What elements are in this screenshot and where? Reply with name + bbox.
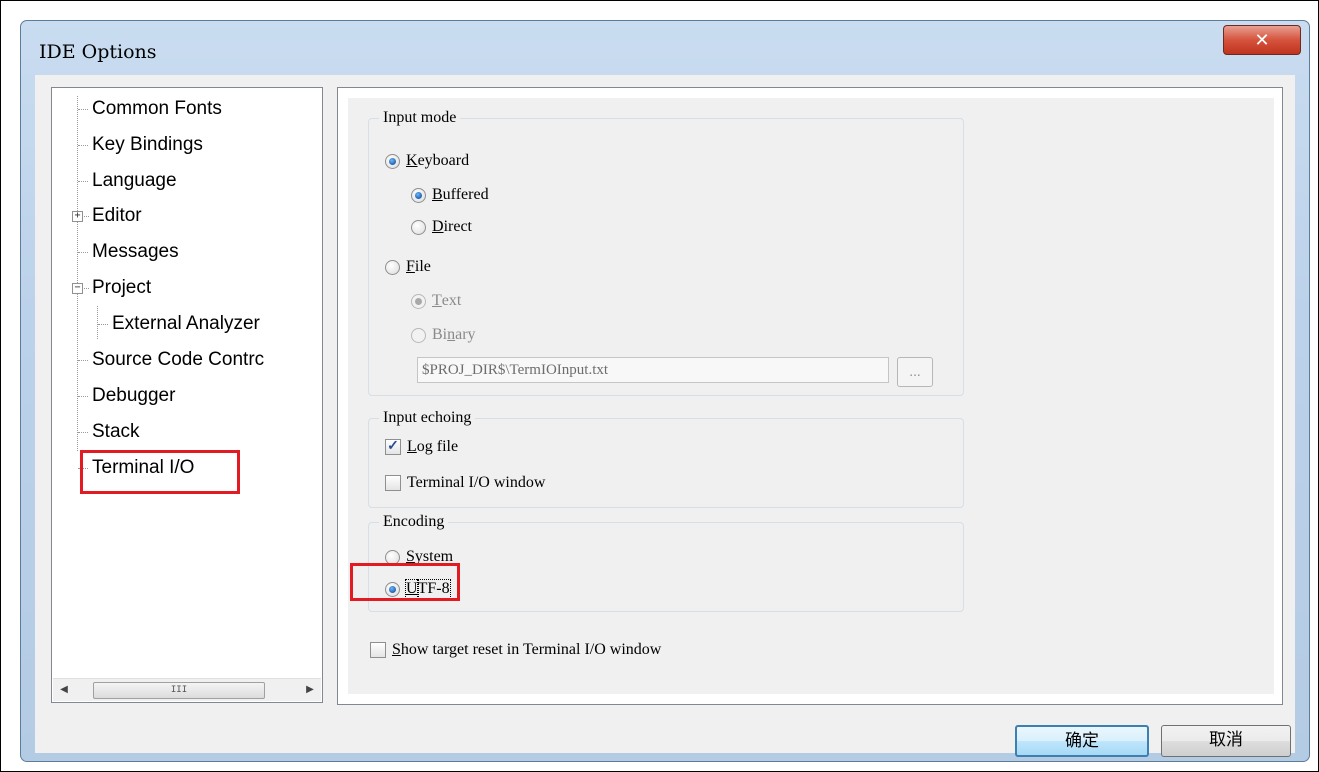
log-file-checkbox[interactable]: ✓ Log file [385, 435, 458, 459]
category-tree[interactable]: Common Fonts Key Bindings Language + Edi… [51, 87, 323, 703]
input-echoing-group: Input echoing ✓ Log file Terminal I/O wi… [368, 408, 964, 508]
text-radio[interactable]: Text [411, 289, 461, 313]
radio-icon [411, 187, 426, 203]
checkbox-icon [385, 475, 401, 491]
input-echoing-label: Input echoing [379, 408, 476, 428]
browse-button[interactable]: ... [897, 357, 933, 387]
dialog-title: IDE Options [39, 41, 157, 63]
dialog-client-area: Common Fonts Key Bindings Language + Edi… [35, 75, 1295, 757]
show-target-reset-checkbox[interactable]: Show target reset in Terminal I/O window [370, 638, 661, 662]
direct-radio[interactable]: Direct [411, 215, 472, 239]
expand-icon[interactable]: + [72, 211, 83, 222]
terminal-io-window-checkbox[interactable]: Terminal I/O window [385, 471, 545, 495]
scroll-right-icon[interactable]: ▶ [299, 679, 321, 701]
tree-horizontal-scrollbar[interactable]: ◀ III ▶ [53, 678, 321, 701]
buffered-radio[interactable]: Buffered [411, 183, 489, 207]
tree-item-messages[interactable]: Messages [92, 237, 179, 267]
close-icon: ✕ [1254, 29, 1270, 51]
tree-line [77, 96, 78, 451]
ide-options-dialog: IDE Options ✕ Common Fonts Key Bindings … [20, 20, 1310, 762]
ok-button[interactable]: 确定 [1015, 725, 1149, 757]
input-file-path-field[interactable]: $PROJ_DIR$\TermIOInput.txt [417, 357, 889, 383]
radio-icon [385, 259, 400, 275]
tree-item-key-bindings[interactable]: Key Bindings [92, 130, 203, 160]
tree-line-child [97, 306, 98, 339]
tree-item-external-analyzer[interactable]: External Analyzer [112, 309, 260, 339]
close-button[interactable]: ✕ [1223, 25, 1301, 55]
scroll-left-icon[interactable]: ◀ [53, 679, 75, 701]
radio-icon [411, 327, 426, 343]
radio-icon [411, 219, 426, 235]
input-mode-label: Input mode [379, 108, 461, 128]
tree-item-language[interactable]: Language [92, 166, 177, 196]
settings-content: Input mode Keyboard Buffered Direct F il… [348, 98, 1274, 694]
tree-item-common-fonts[interactable]: Common Fonts [92, 94, 222, 124]
file-radio[interactable]: File [385, 255, 431, 279]
scroll-thumb[interactable]: III [93, 682, 265, 699]
checkbox-icon [370, 642, 386, 658]
collapse-icon[interactable]: − [72, 283, 83, 294]
encoding-label: Encoding [379, 512, 449, 532]
highlight-utf8 [350, 563, 460, 601]
settings-panel: Input mode Keyboard Buffered Direct F il… [337, 87, 1283, 705]
tree-item-source-code-control[interactable]: Source Code Contrc [92, 345, 264, 375]
radio-icon [411, 293, 426, 309]
tree-item-project[interactable]: Project [92, 273, 151, 303]
radio-icon [385, 153, 400, 169]
highlight-terminal-io [80, 450, 240, 494]
binary-radio[interactable]: Bi n ary [411, 323, 476, 347]
input-mode-group: Input mode Keyboard Buffered Direct F il… [368, 108, 964, 396]
tree-item-editor[interactable]: Editor [92, 201, 142, 231]
tree-item-debugger[interactable]: Debugger [92, 381, 175, 411]
keyboard-radio[interactable]: Keyboard [385, 149, 469, 173]
checkmark-icon: ✓ [385, 439, 401, 455]
cancel-button[interactable]: 取消 [1161, 725, 1291, 757]
tree-item-stack[interactable]: Stack [92, 417, 140, 447]
